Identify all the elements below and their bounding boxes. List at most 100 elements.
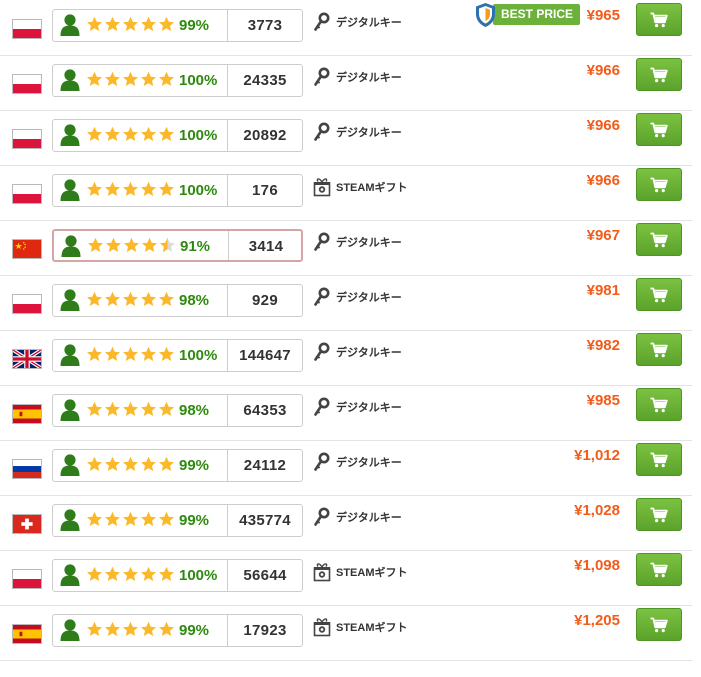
star-icon: [160, 237, 175, 252]
user-icon: [60, 69, 80, 91]
rating-stars: [86, 16, 175, 34]
flag-united-kingdom-icon: [12, 349, 42, 369]
rating-stars: [86, 456, 175, 474]
star-icon: [87, 346, 102, 361]
seller-info[interactable]: 99% 435774: [52, 504, 303, 537]
rating-percent: 100%: [179, 567, 218, 584]
product-type-label: STEAMギフト: [336, 622, 408, 634]
add-to-cart-button[interactable]: [636, 113, 682, 146]
add-to-cart-button[interactable]: [636, 333, 682, 366]
offer-row: 98% 929 デジタルキー ¥981: [0, 275, 692, 331]
star-icon: [141, 291, 156, 306]
star-icon: [123, 346, 138, 361]
product-type: デジタルキー: [313, 285, 402, 309]
rating-percent: 99%: [179, 17, 210, 34]
seller-info[interactable]: 98% 64353: [52, 394, 303, 427]
rating-stars: [86, 621, 175, 639]
rating-stars: [86, 291, 175, 309]
offer-row: 99% 17923 STEAMギフト ¥1,205: [0, 605, 692, 661]
user-icon: [61, 235, 81, 257]
add-to-cart-button[interactable]: [636, 278, 682, 311]
price: ¥966: [586, 117, 620, 134]
seller-info[interactable]: 100% 144647: [52, 339, 303, 372]
star-icon: [141, 181, 156, 196]
best-price-label: BEST PRICE: [493, 4, 581, 25]
rating-percent: 99%: [179, 457, 210, 474]
star-icon: [159, 401, 174, 416]
rating-percent: 100%: [179, 72, 218, 89]
seller-info[interactable]: 99% 3773: [52, 9, 303, 42]
add-to-cart-button[interactable]: [636, 553, 682, 586]
star-icon: [123, 291, 138, 306]
add-to-cart-button[interactable]: [636, 168, 682, 201]
star-icon: [123, 621, 138, 636]
user-icon: [60, 619, 80, 641]
star-icon: [159, 346, 174, 361]
seller-info[interactable]: 100% 20892: [52, 119, 303, 152]
star-icon: [124, 237, 139, 252]
add-to-cart-button[interactable]: [636, 608, 682, 641]
product-type: デジタルキー: [313, 120, 402, 144]
star-icon: [141, 621, 156, 636]
review-count: 17923: [243, 622, 287, 639]
review-count: 144647: [239, 347, 291, 364]
shield-icon: [476, 2, 495, 27]
star-icon: [105, 126, 120, 141]
shopping-cart-icon: [650, 122, 668, 137]
offer-row: 100% 24335 デジタルキー ¥966: [0, 55, 692, 111]
rating-stars: [86, 346, 175, 364]
seller-info[interactable]: 100% 56644: [52, 559, 303, 592]
shopping-cart-icon: [650, 232, 668, 247]
seller-info[interactable]: 100% 24335: [52, 64, 303, 97]
user-icon: [60, 14, 80, 36]
key-icon: [314, 342, 330, 361]
review-count: 56644: [243, 567, 287, 584]
seller-info[interactable]: 99% 24112: [52, 449, 303, 482]
offer-row: 100% 56644 STEAMギフト ¥1,098: [0, 550, 692, 606]
product-type-label: デジタルキー: [336, 347, 402, 359]
shopping-cart-icon: [650, 342, 668, 357]
user-icon: [60, 509, 80, 531]
product-type: STEAMギフト: [313, 615, 408, 639]
shopping-cart-icon: [650, 617, 668, 632]
star-icon: [159, 71, 174, 86]
flag-spain-icon: [12, 404, 42, 424]
price: ¥967: [586, 227, 620, 244]
offer-row: 100% 176 STEAMギフト ¥966: [0, 165, 692, 221]
star-icon: [123, 511, 138, 526]
key-icon: [314, 232, 330, 251]
star-icon: [123, 181, 138, 196]
add-to-cart-button[interactable]: [636, 388, 682, 421]
add-to-cart-button[interactable]: [636, 58, 682, 91]
star-icon: [105, 346, 120, 361]
product-type: デジタルキー: [313, 230, 402, 254]
product-type: デジタルキー: [313, 340, 402, 364]
key-icon: [314, 507, 330, 526]
product-type: STEAMギフト: [313, 175, 408, 199]
add-to-cart-button[interactable]: [636, 3, 682, 36]
user-icon: [60, 564, 80, 586]
add-to-cart-button[interactable]: [636, 443, 682, 476]
user-icon: [60, 179, 80, 201]
rating-percent: 99%: [179, 622, 210, 639]
review-count: 929: [252, 292, 278, 309]
star-icon: [106, 237, 121, 252]
seller-info[interactable]: 100% 176: [52, 174, 303, 207]
rating-percent: 100%: [179, 347, 218, 364]
star-icon: [123, 456, 138, 471]
seller-info[interactable]: 98% 929: [52, 284, 303, 317]
flag-switzerland-icon: [12, 514, 42, 534]
rating-percent: 100%: [179, 182, 218, 199]
star-icon: [141, 71, 156, 86]
flag-china-icon: [12, 239, 42, 259]
star-icon: [159, 126, 174, 141]
price: ¥965: [586, 7, 620, 24]
star-icon: [87, 71, 102, 86]
seller-info[interactable]: 99% 17923: [52, 614, 303, 647]
seller-info[interactable]: 91% 3414: [52, 229, 303, 262]
star-icon: [123, 71, 138, 86]
add-to-cart-button[interactable]: [636, 223, 682, 256]
add-to-cart-button[interactable]: [636, 498, 682, 531]
product-type-label: デジタルキー: [336, 512, 402, 524]
star-icon: [142, 237, 157, 252]
